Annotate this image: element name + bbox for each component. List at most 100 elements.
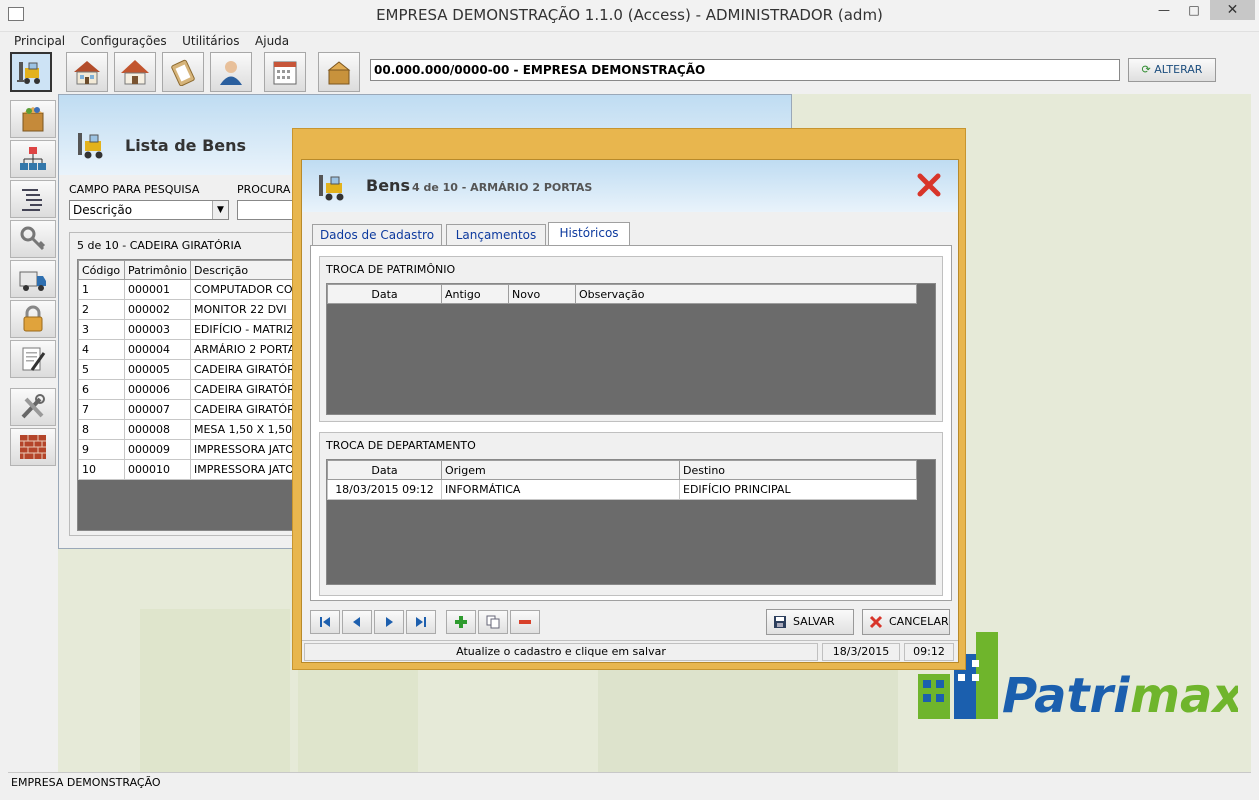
truck-icon bbox=[19, 271, 46, 291]
add-record-button[interactable] bbox=[446, 610, 476, 634]
menu-configuracoes[interactable]: Configurações bbox=[75, 32, 173, 50]
first-record-button[interactable] bbox=[310, 610, 340, 634]
cell: 3 bbox=[78, 319, 125, 340]
cell: 000010 bbox=[124, 459, 191, 480]
cell: 8 bbox=[78, 419, 125, 440]
col-destino[interactable]: Destino bbox=[679, 460, 917, 480]
maximize-button[interactable]: □ bbox=[1180, 0, 1208, 20]
menu-utilitarios[interactable]: Utilitários bbox=[176, 32, 245, 50]
previous-record-button[interactable] bbox=[342, 610, 372, 634]
cell: 4 bbox=[78, 339, 125, 360]
svg-text:max: max bbox=[1130, 668, 1238, 724]
lista-title: Lista de Bens bbox=[125, 136, 247, 155]
copy-icon bbox=[486, 615, 500, 629]
tab-dados-cadastro[interactable]: Dados de Cadastro bbox=[312, 224, 442, 246]
close-window-button[interactable]: ✕ bbox=[1210, 0, 1255, 20]
campo-pesquisa-select[interactable]: Descrição ▼ bbox=[69, 200, 229, 220]
troca-patrimonio-grid: Data Antigo Novo Observação bbox=[326, 283, 936, 415]
col-patrimonio[interactable]: Patrimônio bbox=[124, 260, 191, 280]
menu-ajuda[interactable]: Ajuda bbox=[249, 32, 295, 50]
forklift-icon bbox=[17, 62, 40, 84]
next-record-button[interactable] bbox=[374, 610, 404, 634]
bens-tabs: Dados de Cadastro Lançamentos Históricos bbox=[312, 222, 952, 247]
usuario-toolbar-button[interactable] bbox=[210, 52, 252, 92]
cell: 6 bbox=[78, 379, 125, 400]
user-icon bbox=[220, 61, 242, 85]
document-pen-icon bbox=[22, 347, 46, 371]
troca-patrimonio-title: TROCA DE PATRIMÔNIO bbox=[326, 263, 456, 276]
empresa-toolbar-button[interactable] bbox=[66, 52, 108, 92]
col-origem[interactable]: Origem bbox=[441, 460, 680, 480]
col-novo[interactable]: Novo bbox=[508, 284, 576, 304]
cell: 000009 bbox=[124, 439, 191, 460]
cell: 5 bbox=[78, 359, 125, 380]
cadastro-toolbar-button[interactable] bbox=[162, 52, 204, 92]
bens-dialog: Bens 4 de 10 - ARMÁRIO 2 PORTAS Dados de… bbox=[292, 128, 966, 670]
svg-text:Patri: Patri bbox=[1002, 668, 1130, 724]
alterar-button[interactable]: ⟳ ALTERAR bbox=[1128, 58, 1216, 82]
background-shape bbox=[140, 609, 290, 772]
sidebar-relatorios-button[interactable] bbox=[10, 340, 56, 378]
col-observacao[interactable]: Observação bbox=[575, 284, 917, 304]
bens-title: Bens bbox=[366, 176, 410, 195]
padlock-icon bbox=[23, 305, 43, 332]
sidebar-departamentos-button[interactable] bbox=[10, 140, 56, 178]
historicos-tab-page: TROCA DE PATRIMÔNIO Data Antigo Novo Obs… bbox=[310, 245, 952, 601]
cell: 000004 bbox=[124, 339, 191, 360]
tab-historicos[interactable]: Históricos bbox=[548, 222, 630, 247]
col-antigo[interactable]: Antigo bbox=[441, 284, 509, 304]
cell: 000001 bbox=[124, 279, 191, 300]
chevron-down-icon[interactable]: ▼ bbox=[212, 201, 228, 219]
copy-record-button[interactable] bbox=[478, 610, 508, 634]
troca-departamento-title: TROCA DE DEPARTAMENTO bbox=[326, 439, 476, 452]
close-icon[interactable] bbox=[916, 172, 942, 198]
box-icon bbox=[22, 107, 44, 132]
sidebar-contas-button[interactable] bbox=[10, 180, 56, 218]
sair-toolbar-button[interactable] bbox=[318, 52, 360, 92]
open-box-icon bbox=[327, 61, 351, 85]
departamento-toolbar-button[interactable] bbox=[114, 52, 156, 92]
cell: 000008 bbox=[124, 419, 191, 440]
bens-toolbar-button[interactable] bbox=[10, 52, 52, 92]
last-record-button[interactable] bbox=[406, 610, 436, 634]
status-time: 09:12 bbox=[904, 643, 954, 661]
delete-record-button[interactable] bbox=[510, 610, 540, 634]
minimize-button[interactable]: — bbox=[1150, 0, 1178, 20]
status-date: 18/3/2015 bbox=[822, 643, 900, 661]
company-field[interactable]: 00.000.000/0000-00 - EMPRESA DEMONSTRAÇÃ… bbox=[370, 59, 1120, 81]
sidebar-ferramentas-button[interactable] bbox=[10, 388, 56, 426]
menu-principal[interactable]: Principal bbox=[8, 32, 71, 50]
col-data[interactable]: Data bbox=[327, 284, 442, 304]
cell: 000002 bbox=[124, 299, 191, 320]
bens-subtitle: 4 de 10 - ARMÁRIO 2 PORTAS bbox=[412, 181, 593, 194]
tree-list-icon bbox=[22, 189, 42, 211]
procura-label: PROCURA P bbox=[237, 183, 301, 196]
col-data[interactable]: Data bbox=[327, 460, 442, 480]
campo-pesquisa-value: Descrição bbox=[73, 203, 133, 217]
sidebar-transporte-button[interactable] bbox=[10, 260, 56, 298]
sidebar-sair-button[interactable] bbox=[10, 428, 56, 466]
sidebar-seguranca-button[interactable] bbox=[10, 300, 56, 338]
procura-input[interactable] bbox=[237, 200, 297, 220]
cell: INFORMÁTICA bbox=[441, 479, 680, 500]
troca-patrimonio-group: TROCA DE PATRIMÔNIO Data Antigo Novo Obs… bbox=[319, 256, 943, 422]
cell: 2 bbox=[78, 299, 125, 320]
col-codigo[interactable]: Código bbox=[78, 260, 125, 280]
building-icon bbox=[74, 61, 100, 85]
house-icon bbox=[121, 60, 149, 85]
skip-first-icon bbox=[320, 617, 330, 627]
wall-icon bbox=[20, 435, 46, 459]
org-chart-icon bbox=[20, 147, 46, 170]
table-row[interactable]: 18/03/2015 09:12 INFORMÁTICA EDIFÍCIO PR… bbox=[327, 479, 917, 500]
bens-status-bar: Atualize o cadastro e clique em salvar 1… bbox=[302, 640, 958, 662]
cancelar-button[interactable]: CANCELAR bbox=[862, 609, 950, 635]
tab-lancamentos[interactable]: Lançamentos bbox=[446, 224, 546, 246]
sidebar-chaves-button[interactable] bbox=[10, 220, 56, 258]
sidebar-bens-button[interactable] bbox=[10, 100, 56, 138]
salvar-button[interactable]: SALVAR bbox=[766, 609, 854, 635]
cell: 18/03/2015 09:12 bbox=[327, 479, 442, 500]
arrow-left-icon bbox=[353, 617, 360, 627]
key-icon bbox=[20, 226, 46, 251]
agenda-toolbar-button[interactable] bbox=[264, 52, 306, 92]
status-message: Atualize o cadastro e clique em salvar bbox=[304, 643, 818, 661]
